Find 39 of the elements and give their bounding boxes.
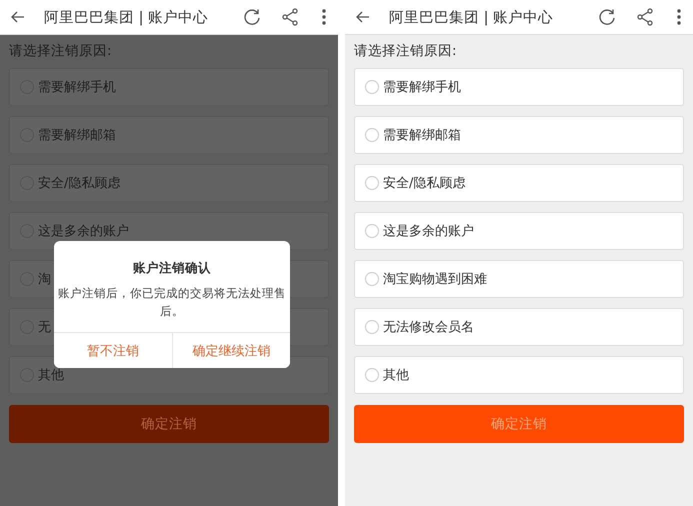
- reason-label: 需要解绑邮箱: [38, 127, 116, 144]
- reason-option[interactable]: 这是多余的账户: [354, 212, 684, 250]
- refresh-icon[interactable]: [597, 7, 617, 27]
- reason-label: 需要解绑手机: [38, 79, 116, 96]
- back-arrow-icon[interactable]: [10, 9, 26, 25]
- confirm-button[interactable]: 确定注销: [9, 405, 329, 443]
- reason-label: 这是多余的账户: [38, 223, 129, 240]
- back-arrow-icon[interactable]: [355, 9, 371, 25]
- reason-label: 这是多余的账户: [383, 223, 474, 240]
- reason-option[interactable]: 需要解绑邮箱: [354, 116, 684, 154]
- reason-option[interactable]: 安全/隐私顾虑: [354, 164, 684, 202]
- reason-option[interactable]: 安全/隐私顾虑: [9, 164, 329, 202]
- reason-label: 安全/隐私顾虑: [38, 175, 120, 192]
- reason-option[interactable]: 淘宝购物遇到困难: [354, 260, 684, 298]
- reason-label: 需要解绑邮箱: [383, 127, 461, 144]
- refresh-icon[interactable]: [242, 7, 262, 27]
- reason-option[interactable]: 需要解绑邮箱: [9, 116, 329, 154]
- prompt-text: 请选择注销原因:: [9, 42, 113, 60]
- reason-label: 需要解绑手机: [383, 79, 461, 96]
- reason-label: 其他: [383, 367, 409, 384]
- page-title: 阿里巴巴集团 | 账户中心: [44, 8, 210, 26]
- page-title: 阿里巴巴集团 | 账户中心: [389, 8, 554, 26]
- reason-option[interactable]: 需要解绑手机: [9, 68, 329, 106]
- dialog-message: 账户注销后，你已完成的交易将无法处理售后。: [57, 285, 287, 320]
- share-icon[interactable]: [635, 7, 655, 27]
- prompt-text: 请选择注销原因:: [354, 42, 458, 60]
- reason-label: 淘宝购物遇到困难: [383, 271, 487, 288]
- dialog-title: 账户注销确认: [132, 259, 212, 277]
- reason-label: 无法修改会员名: [383, 319, 474, 336]
- reason-option[interactable]: 其他: [354, 356, 684, 394]
- reason-label: 安全/隐私顾虑: [383, 175, 466, 192]
- reason-label: 无: [38, 319, 51, 336]
- share-icon[interactable]: [280, 7, 300, 27]
- confirm-button[interactable]: 确定注销: [354, 405, 684, 443]
- dialog-button[interactable]: 确定继续注销: [172, 333, 290, 368]
- reason-label: 淘: [38, 271, 51, 288]
- reason-option[interactable]: 无法修改会员名: [354, 308, 684, 346]
- reason-label: 其他: [38, 367, 64, 384]
- reason-option[interactable]: 需要解绑手机: [354, 68, 684, 106]
